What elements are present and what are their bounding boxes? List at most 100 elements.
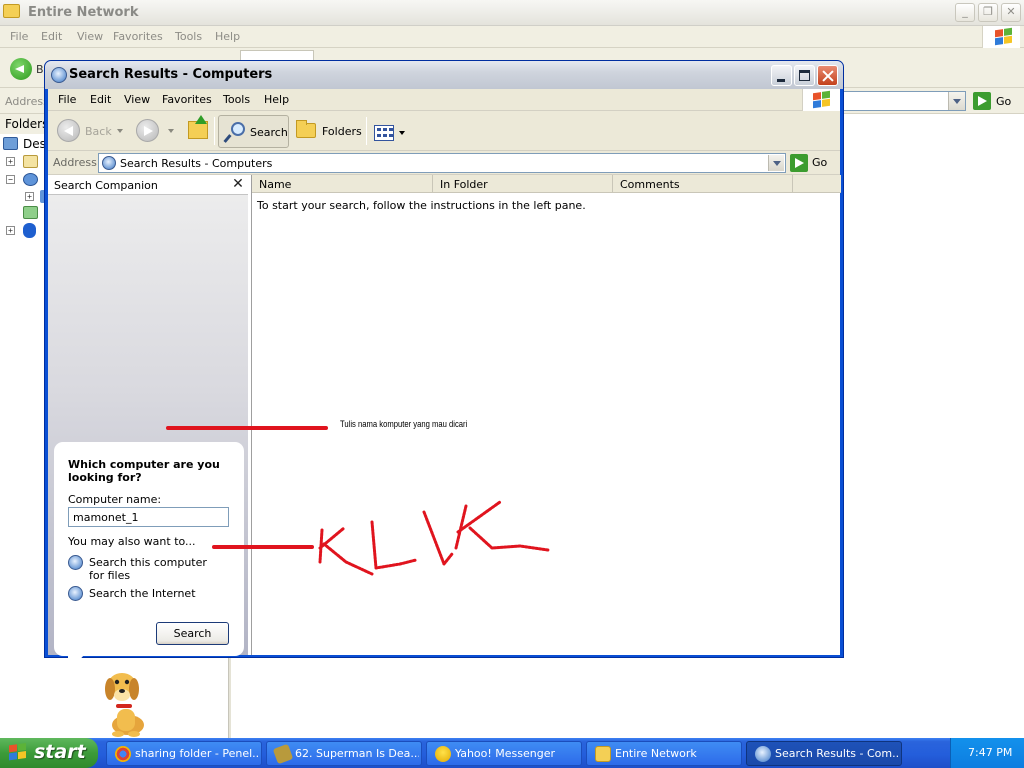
- address-dropdown-icon[interactable]: [768, 155, 784, 171]
- search-companion-title: Search Companion: [54, 179, 158, 192]
- windows-flag-icon: [813, 90, 830, 109]
- back-arrow-icon[interactable]: [57, 119, 80, 142]
- menu-help[interactable]: Help: [264, 93, 289, 106]
- background-menu-favorites[interactable]: Favorites: [113, 30, 163, 43]
- views-icon[interactable]: [374, 125, 394, 141]
- menu-tools[interactable]: Tools: [223, 93, 250, 106]
- background-go-arrow-icon[interactable]: [973, 92, 991, 110]
- windows-flag-icon: [9, 742, 28, 763]
- computer-name-input[interactable]: [68, 507, 229, 527]
- start-button[interactable]: start: [0, 738, 98, 768]
- taskbar-item-label: Yahoo! Messenger: [455, 747, 556, 760]
- background-back-icon[interactable]: [10, 58, 32, 80]
- taskbar-item-label: Search Results - Com...: [775, 747, 899, 760]
- search-toolbar-label: Search: [250, 126, 288, 139]
- yahoo-messenger-icon: [435, 746, 451, 762]
- column-header-in-folder[interactable]: In Folder: [433, 175, 613, 193]
- background-menu-view[interactable]: View: [77, 30, 103, 43]
- winamp-icon: [272, 743, 294, 765]
- close-pane-icon[interactable]: ✕: [231, 176, 245, 192]
- search-balloon: Which computer are you looking for? Comp…: [54, 442, 244, 656]
- taskbar-item-sharing-folder[interactable]: sharing folder - Penel...: [106, 741, 262, 766]
- folder-icon: [595, 746, 611, 762]
- background-address-dropdown-icon[interactable]: [948, 92, 965, 110]
- search-companion-pane: Search Companion ✕ Which computer are yo…: [48, 175, 248, 737]
- column-header-label: Comments: [620, 178, 680, 191]
- taskbar-item-entire-network[interactable]: Entire Network: [586, 741, 742, 766]
- minimize-icon: [777, 79, 785, 82]
- internet-search-icon: [68, 586, 83, 601]
- notification-area: 7:47 PM: [950, 738, 1024, 768]
- menu-file[interactable]: File: [58, 93, 76, 106]
- address-label: Address: [53, 156, 97, 169]
- system-clock[interactable]: 7:47 PM: [968, 746, 1012, 759]
- tree-expand-icon[interactable]: +: [6, 226, 15, 235]
- search-results-window: Search Results - Computers File Edit Vie…: [44, 60, 844, 737]
- recycle-bin-icon: [23, 206, 38, 219]
- background-address-label: Address: [5, 95, 49, 108]
- desktop-icon: [3, 137, 18, 150]
- search-toolbar-button[interactable]: Search: [218, 115, 289, 148]
- taskbar-item-label: sharing folder - Penel...: [135, 747, 259, 760]
- go-button-label[interactable]: Go: [812, 156, 827, 169]
- also-want-text: You may also want to...: [68, 535, 196, 548]
- search-dog-icon[interactable]: [98, 669, 154, 739]
- taskbar-item-yahoo-messenger[interactable]: Yahoo! Messenger: [426, 741, 582, 766]
- balloon-tail: [68, 655, 84, 673]
- background-restore-button[interactable]: ❐: [978, 3, 998, 22]
- column-header-name[interactable]: Name: [252, 175, 433, 193]
- background-back-label: B: [36, 63, 44, 76]
- search-results-icon: [755, 746, 771, 762]
- minimize-button[interactable]: [771, 65, 792, 86]
- address-input[interactable]: Search Results - Computers: [98, 153, 786, 173]
- search-companion-header: Search Companion ✕: [48, 175, 248, 195]
- views-dropdown-icon[interactable]: [399, 131, 405, 135]
- background-title-bar[interactable]: Entire Network _ ❐ ✕: [0, 0, 1024, 26]
- taskbar-item-label: 62. Superman Is Dea...: [295, 747, 419, 760]
- tree-expand-icon[interactable]: +: [6, 157, 15, 166]
- background-menu-file[interactable]: File: [10, 30, 28, 43]
- forward-arrow-icon[interactable]: [136, 119, 159, 142]
- back-button-label[interactable]: Back: [85, 125, 112, 138]
- address-value: Search Results - Computers: [120, 157, 273, 170]
- go-arrow-icon[interactable]: [790, 154, 808, 172]
- background-window-title: Entire Network: [28, 5, 139, 20]
- column-header-label: In Folder: [440, 178, 488, 191]
- menu-favorites[interactable]: Favorites: [162, 93, 212, 106]
- menu-view[interactable]: View: [124, 93, 150, 106]
- column-header-label: Name: [259, 178, 292, 191]
- tree-collapse-icon[interactable]: −: [6, 175, 15, 184]
- background-close-button[interactable]: ✕: [1001, 3, 1021, 22]
- folder-up-icon[interactable]: [188, 115, 208, 139]
- tree-expand-icon[interactable]: +: [25, 192, 34, 201]
- results-instruction-text: To start your search, follow the instruc…: [257, 199, 586, 212]
- close-button[interactable]: [817, 65, 838, 86]
- maximize-icon: [799, 70, 810, 81]
- background-go-label[interactable]: Go: [996, 95, 1011, 108]
- column-header-comments[interactable]: Comments: [613, 175, 793, 193]
- question-heading: Which computer are you looking for?: [68, 458, 220, 484]
- taskbar-item-winamp[interactable]: 62. Superman Is Dea...: [266, 741, 422, 766]
- search-internet-label: Search the Internet: [89, 587, 196, 600]
- taskbar-item-label: Entire Network: [615, 747, 697, 760]
- taskbar: start sharing folder - Penel... 62. Supe…: [0, 738, 1024, 768]
- maximize-button[interactable]: [794, 65, 815, 86]
- annotation-note: Tulis nama komputer yang mau dicari: [340, 419, 468, 429]
- column-header-row: Name In Folder Comments: [252, 175, 841, 193]
- background-minimize-button[interactable]: _: [955, 3, 975, 22]
- back-dropdown-icon[interactable]: [117, 129, 123, 133]
- background-menu-edit[interactable]: Edit: [41, 30, 62, 43]
- windows-logo-box: [802, 89, 840, 111]
- background-menu-help[interactable]: Help: [215, 30, 240, 43]
- background-folders-label: Folders: [5, 117, 49, 131]
- taskbar-item-search-results[interactable]: Search Results - Com...: [746, 741, 902, 766]
- search-files-label: Search this computer for files: [89, 556, 207, 582]
- forward-dropdown-icon[interactable]: [168, 129, 174, 133]
- folders-toolbar-button[interactable]: Folders: [292, 115, 364, 148]
- address-bar: Address Search Results - Computers Go: [48, 151, 840, 175]
- menu-edit[interactable]: Edit: [90, 93, 111, 106]
- search-button[interactable]: Search: [156, 622, 229, 645]
- window-title-bar[interactable]: Search Results - Computers: [45, 61, 843, 89]
- menu-bar: File Edit View Favorites Tools Help: [48, 89, 840, 111]
- background-menu-tools[interactable]: Tools: [175, 30, 202, 43]
